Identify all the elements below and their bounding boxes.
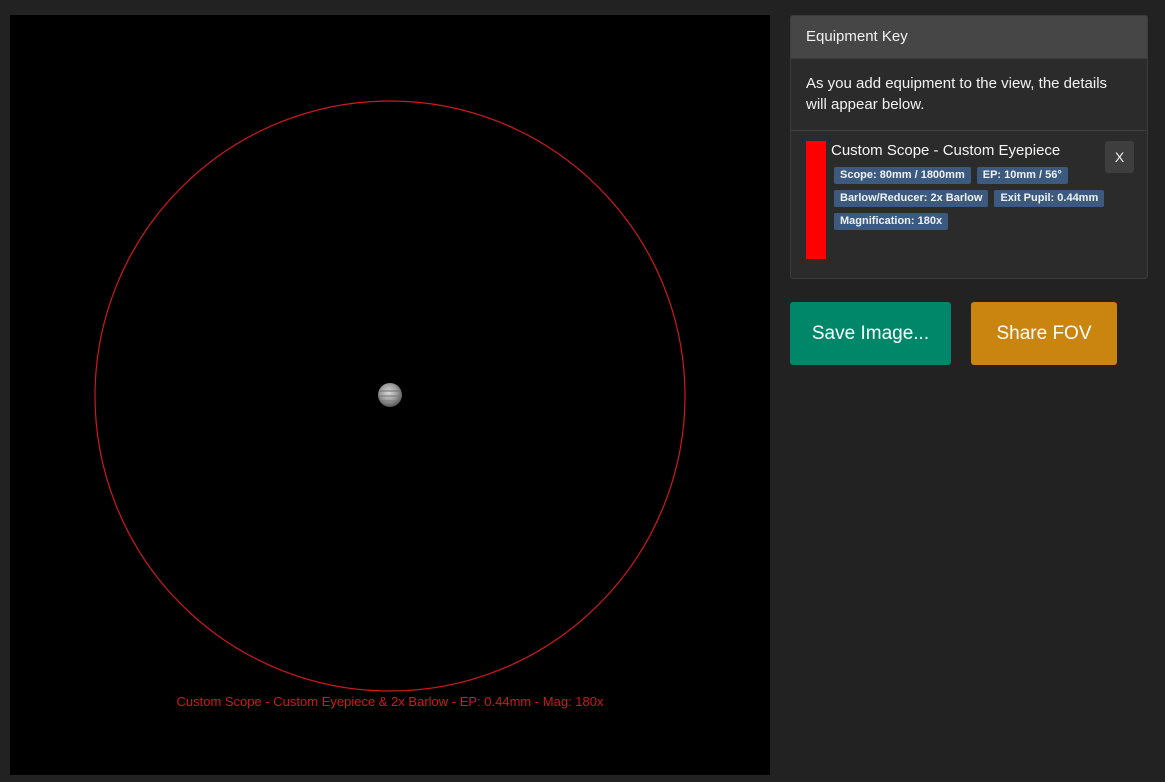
equipment-entry-title: Custom Scope - Custom Eyepiece [831, 142, 1061, 159]
equipment-key-panel: Equipment Key As you add equipment to th… [790, 15, 1148, 279]
panel-title: Equipment Key [791, 16, 1147, 59]
share-fov-button[interactable]: Share FOV [971, 302, 1117, 365]
magnification-badge: Magnification: 180x [834, 213, 949, 230]
barlow-badge: Barlow/Reducer: 2x Barlow [834, 190, 989, 207]
fov-view: Custom Scope - Custom Eyepiece & 2x Barl… [10, 15, 770, 775]
equipment-entry: Custom Scope - Custom Eyepiece X Scope: … [791, 131, 1147, 269]
panel-note: As you add equipment to the view, the de… [791, 59, 1147, 131]
save-image-button[interactable]: Save Image... [790, 302, 951, 365]
equipment-badges: Scope: 80mm / 1800mm EP: 10mm / 56° Barlo… [834, 165, 1105, 234]
planet-icon [378, 383, 402, 407]
exit-pupil-badge: Exit Pupil: 0.44mm [994, 190, 1105, 207]
color-swatch [806, 141, 826, 259]
fov-caption: Custom Scope - Custom Eyepiece & 2x Barl… [176, 694, 604, 709]
fov-canvas [94, 100, 686, 692]
eyepiece-badge: EP: 10mm / 56° [976, 167, 1068, 184]
remove-equipment-button[interactable]: X [1105, 141, 1134, 173]
scope-badge: Scope: 80mm / 1800mm [834, 167, 971, 184]
